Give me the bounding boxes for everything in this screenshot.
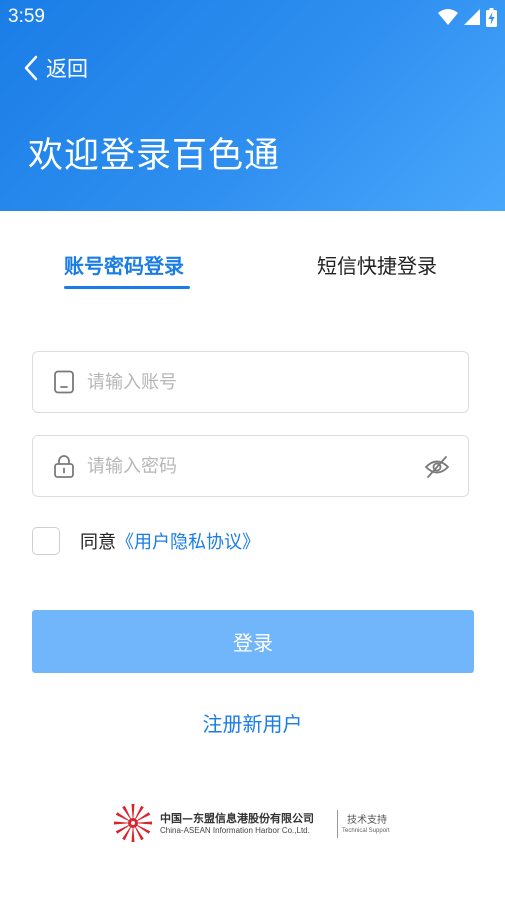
privacy-agreement-link[interactable]: 《用户隐私协议》 <box>116 528 260 554</box>
agreement-checkbox[interactable] <box>32 527 60 555</box>
register-link[interactable]: 注册新用户 <box>0 708 505 737</box>
chevron-left-icon <box>24 55 38 81</box>
phone-icon <box>54 370 74 394</box>
account-field[interactable] <box>32 351 469 413</box>
battery-charging-icon <box>486 7 497 27</box>
page-title: 欢迎登录百色通 <box>28 136 281 176</box>
status-icons <box>438 7 497 27</box>
tab-sms-login[interactable]: 短信快捷登录 <box>317 250 437 279</box>
footer: 中国—东盟信息港股份有限公司 China-ASEAN Information H… <box>110 800 400 846</box>
header: 3:59 返回 欢迎登录百色通 <box>0 0 505 211</box>
login-tabs: 账号密码登录 短信快捷登录 <box>0 240 505 300</box>
active-tab-indicator <box>64 286 190 289</box>
back-button[interactable]: 返回 <box>24 52 88 84</box>
eye-off-icon[interactable] <box>424 454 450 480</box>
agreement-row: 同意 《用户隐私协议》 <box>32 526 260 556</box>
wifi-icon <box>438 9 458 25</box>
login-button[interactable]: 登录 <box>32 610 474 673</box>
lock-icon <box>54 455 74 478</box>
tech-support-cn: 技术支持 <box>347 815 387 826</box>
status-time: 3:59 <box>8 6 45 27</box>
cell-signal-icon <box>464 9 480 25</box>
company-logo-icon <box>114 804 152 842</box>
back-label: 返回 <box>46 57 88 81</box>
footer-divider <box>337 810 338 838</box>
agreement-label: 同意 <box>80 532 116 553</box>
company-name-en: China-ASEAN Information Harbor Co.,Ltd. <box>160 826 310 835</box>
company-name-cn: 中国—东盟信息港股份有限公司 <box>160 812 314 825</box>
password-input[interactable] <box>87 446 417 486</box>
status-bar: 3:59 <box>0 0 505 34</box>
password-field[interactable] <box>32 435 469 497</box>
account-input[interactable] <box>87 362 417 402</box>
tab-account-login[interactable]: 账号密码登录 <box>64 250 184 279</box>
tech-support-en: Technical Support <box>342 828 390 834</box>
